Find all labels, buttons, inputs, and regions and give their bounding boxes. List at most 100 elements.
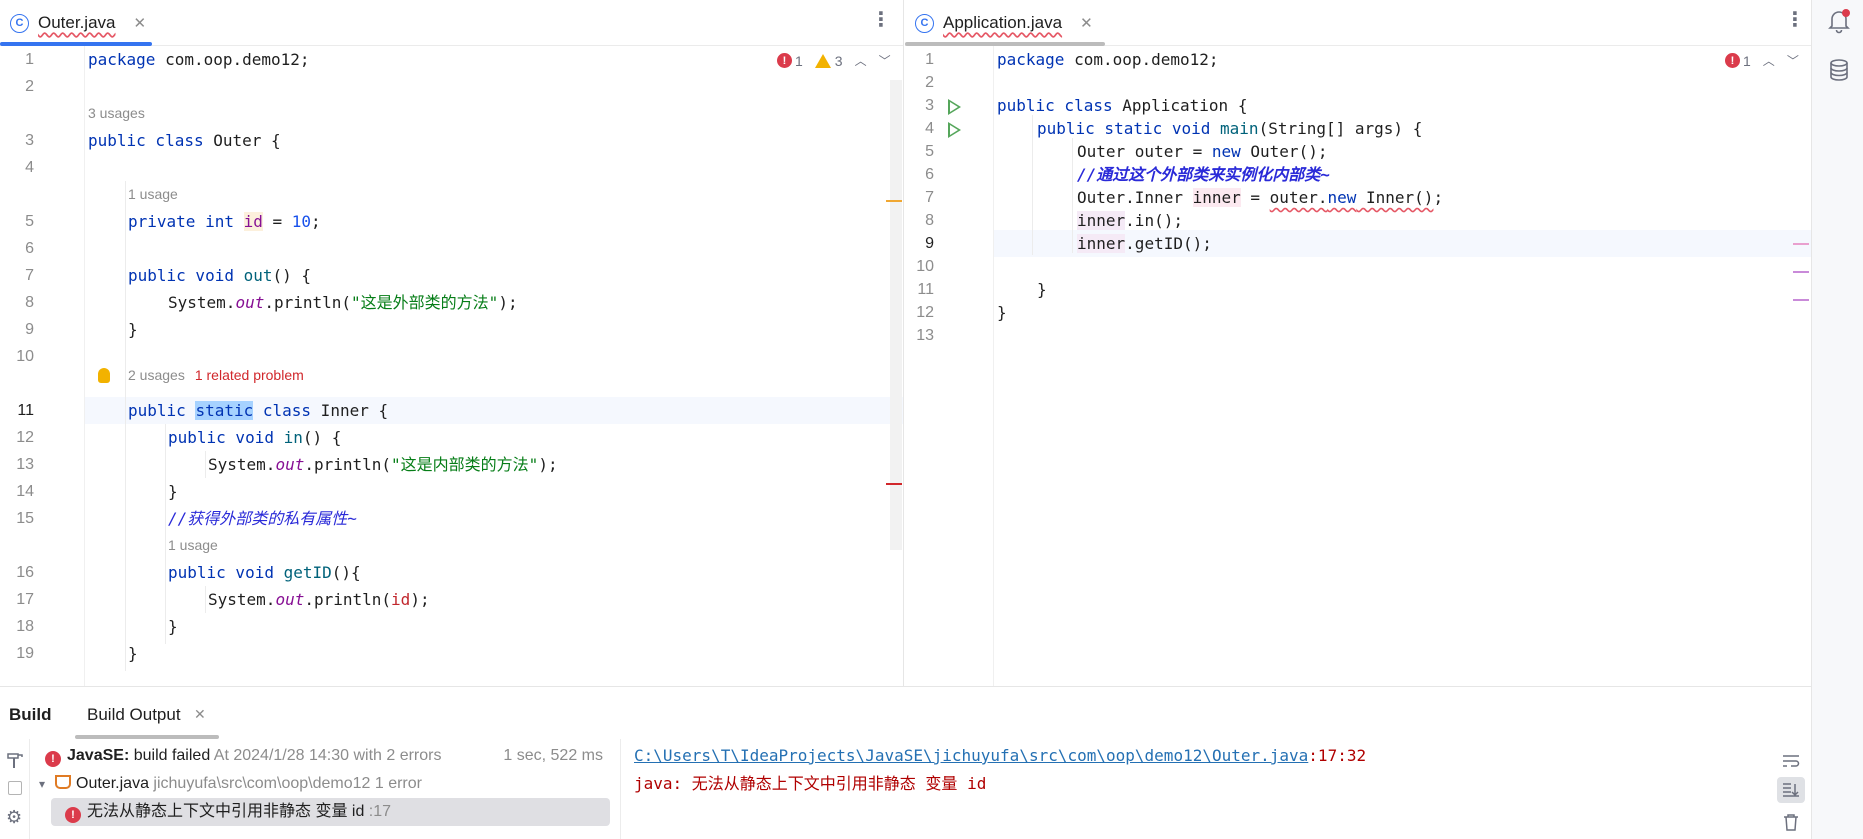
more-options-icon[interactable]: ⋮ — [1785, 10, 1805, 30]
line-number: 9 — [25, 321, 34, 338]
line-number: 17 — [16, 591, 34, 608]
code-line-5: private int id = 10; — [128, 212, 321, 231]
file-path-link[interactable]: C:\Users\T\IdeaProjects\JavaSE\jichuyufa… — [634, 746, 1308, 765]
tab-outer-java[interactable]: C Outer.java ✕ — [0, 0, 146, 46]
stop-icon[interactable] — [8, 781, 22, 795]
run-icon[interactable] — [948, 122, 961, 138]
right-code-area[interactable]: package com.oop.demo12; public class App… — [994, 46, 1811, 686]
indent-guide — [1072, 138, 1073, 253]
output-toolbar — [1771, 739, 1811, 839]
usages-hint[interactable]: 2 usages 1 related problem — [128, 362, 304, 389]
scroll-to-end-button[interactable] — [1777, 777, 1805, 803]
error-icon: ! — [45, 751, 61, 767]
java-file-icon — [55, 775, 72, 789]
close-icon[interactable]: ✕ — [1080, 14, 1093, 32]
code-line-11: public static class Inner { — [128, 401, 389, 420]
line-number: 7 — [25, 267, 34, 284]
build-tool-window: Build Build Output ✕ ⚙ ! JavaSE: build fa… — [0, 686, 1811, 839]
hammer-icon[interactable] — [6, 751, 24, 769]
code-line-16: public void getID(){ — [168, 563, 361, 582]
code-line-17: System.out.println(id); — [208, 590, 430, 609]
indent-guide — [1032, 115, 1033, 255]
line-number-gutter: 1 2 3 4 5 6 7 8 9 10 11 12 13 — [905, 46, 994, 686]
tree-row-build-result[interactable]: ! JavaSE: build failed At 2024/1/28 14:30… — [31, 742, 620, 770]
left-code-area[interactable]: package com.oop.demo12; 3 usages public … — [85, 46, 903, 686]
code-line-7: public void out() { — [128, 266, 312, 285]
left-editor-tabbar: C Outer.java ✕ ⋮ — [0, 0, 903, 46]
right-editor-tabbar: C Application.java ✕ ⋮ — [905, 0, 1811, 46]
code-line-13: System.out.println("这是内部类的方法"); — [208, 455, 558, 474]
lightbulb-icon[interactable] — [98, 368, 110, 383]
code-line-3: public class Outer { — [88, 131, 281, 150]
code-line-8: System.out.println("这是外部类的方法"); — [168, 293, 518, 312]
line-number-gutter: 1 2 3 4 5 6 7 8 9 10 11 12 13 14 15 16 1… — [0, 46, 85, 686]
chevron-down-icon[interactable]: ▾ — [39, 777, 45, 791]
line-number: 1 — [25, 51, 34, 68]
code-line-1: package com.oop.demo12; — [997, 50, 1219, 69]
error-marker[interactable] — [886, 483, 902, 485]
build-toolbar: ⚙ — [0, 739, 30, 839]
line-number: 3 — [25, 132, 34, 149]
soft-wrap-icon[interactable] — [1782, 753, 1800, 769]
line-number: 2 — [25, 78, 34, 95]
line-number: 13 — [916, 327, 934, 344]
code-line-14: } — [168, 482, 178, 501]
output-line-message: java: 无法从静态上下文中引用非静态 变量 id — [634, 774, 987, 793]
line-number: 12 — [16, 429, 34, 446]
line-number: 14 — [16, 483, 34, 500]
line-number: 18 — [16, 618, 34, 635]
usage-marker[interactable] — [1793, 243, 1809, 245]
line-number: 15 — [16, 510, 34, 527]
line-number: 4 — [25, 159, 34, 176]
code-line-12: } — [997, 303, 1007, 322]
indent-guide — [205, 586, 206, 613]
close-icon[interactable]: ✕ — [194, 706, 206, 723]
usage-marker[interactable] — [1793, 271, 1809, 273]
right-editor-pane: C Application.java ✕ ⋮ ! 1 ︿ ﹀ 1 2 3 4 5… — [905, 0, 1811, 686]
bell-icon[interactable] — [1827, 8, 1851, 34]
trash-icon[interactable] — [1783, 813, 1799, 831]
run-icon[interactable] — [948, 99, 961, 115]
line-number: 8 — [25, 294, 34, 311]
gear-icon[interactable]: ⚙ — [6, 807, 22, 828]
line-number: 13 — [16, 456, 34, 473]
error-icon: ! — [65, 807, 81, 823]
build-output-console[interactable]: C:\Users\T\IdeaProjects\JavaSE\jichuyufa… — [634, 739, 1771, 839]
indent-guide — [205, 451, 206, 478]
line-number: 10 — [16, 348, 34, 365]
related-problem-link: 1 related problem — [194, 367, 304, 383]
code-line-9: } — [128, 320, 138, 339]
code-line-9: inner.getID(); — [1077, 234, 1212, 253]
tab-label: Outer.java — [38, 13, 116, 32]
tree-row-file[interactable]: ▾ Outer.java jichuyufa\src\com\oop\demo12… — [31, 770, 620, 798]
code-line-1: package com.oop.demo12; — [88, 50, 310, 69]
more-options-icon[interactable]: ⋮ — [871, 10, 891, 30]
tab-application-java[interactable]: C Application.java ✕ — [905, 0, 1093, 46]
right-tool-strip — [1811, 0, 1863, 839]
indent-guide — [125, 181, 126, 671]
code-line-18: } — [168, 617, 178, 636]
selected-text: static — [195, 401, 254, 420]
tree-row-error[interactable]: ! 无法从静态上下文中引用非静态 变量 id :17 — [51, 798, 610, 826]
tab-build-output[interactable]: Build Output — [87, 705, 181, 725]
tab-label: Application.java — [943, 13, 1063, 32]
code-line-12: public void in() { — [168, 428, 342, 447]
class-icon: C — [915, 13, 934, 33]
usages-hint[interactable]: 3 usages — [88, 100, 145, 127]
code-line-19: } — [128, 644, 138, 663]
build-tree: ! JavaSE: build failed At 2024/1/28 14:30… — [31, 739, 621, 839]
usage-marker[interactable] — [1793, 299, 1809, 301]
left-editor-pane: C Outer.java ✕ ⋮ ! 1 3 ︿ ﹀ 1 2 3 4 5 6 7… — [0, 0, 904, 686]
output-line-path: C:\Users\T\IdeaProjects\JavaSE\jichuyufa… — [634, 746, 1367, 765]
build-duration: 1 sec, 522 ms — [503, 747, 603, 764]
usages-hint[interactable]: 1 usage — [128, 181, 178, 208]
usages-hint[interactable]: 1 usage — [168, 532, 218, 559]
line-number: 5 — [25, 213, 34, 230]
database-icon[interactable] — [1827, 58, 1851, 82]
line-number: 16 — [16, 564, 34, 581]
build-header: Build Build Output ✕ — [0, 687, 1811, 739]
code-line-15: //获得外部类的私有属性~ — [168, 509, 357, 528]
line-number: 11 — [17, 402, 34, 419]
close-icon[interactable]: ✕ — [134, 14, 147, 32]
line-number: 6 — [25, 240, 34, 257]
